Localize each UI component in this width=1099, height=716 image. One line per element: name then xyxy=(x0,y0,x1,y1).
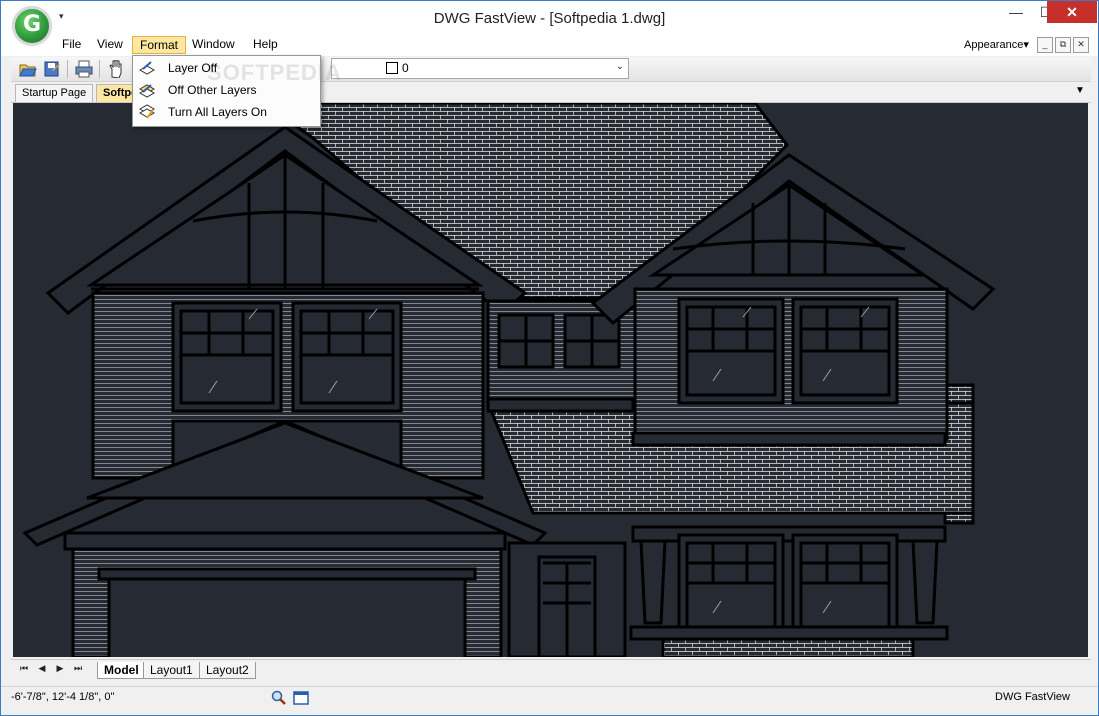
layer-off-icon xyxy=(139,61,155,75)
appearance-menu[interactable]: Appearance▾ xyxy=(964,38,1029,51)
menu-item-label: Off Other Layers xyxy=(168,83,257,97)
toolbar-separator xyxy=(99,60,100,78)
menu-view[interactable]: View xyxy=(90,36,130,54)
off-other-layers-icon xyxy=(139,84,155,98)
close-button[interactable]: ✕ xyxy=(1047,1,1097,23)
pan-icon[interactable] xyxy=(107,60,125,78)
window-view-icon[interactable] xyxy=(293,690,309,706)
menu-item-label: Turn All Layers On xyxy=(168,105,267,119)
mdi-minimize-button[interactable]: _ xyxy=(1037,37,1053,53)
drawing-canvas[interactable] xyxy=(13,103,1088,657)
menu-bar: File View Format Window Help Appearance▾… xyxy=(1,36,1098,56)
mdi-restore-button[interactable]: ⧉ xyxy=(1055,37,1071,53)
app-logo-icon[interactable]: G xyxy=(13,7,51,45)
title-bar: ▾ DWG FastView - [Softpedia 1.dwg] — ☐ ✕ xyxy=(1,1,1098,36)
menu-file[interactable]: File xyxy=(55,36,88,54)
tab-layout2[interactable]: Layout2 xyxy=(199,662,256,679)
menu-help[interactable]: Help xyxy=(246,36,285,54)
toolbar-separator xyxy=(67,60,68,78)
layer-dropdown[interactable]: 0 ⌄ xyxy=(331,58,629,79)
mdi-close-button[interactable]: ✕ xyxy=(1073,37,1089,53)
layer-dropdown-value: 0 xyxy=(402,61,409,75)
chevron-down-icon[interactable]: ⌄ xyxy=(616,61,624,72)
minimize-button[interactable]: — xyxy=(1001,1,1031,23)
app-window: ▾ DWG FastView - [Softpedia 1.dwg] — ☐ ✕… xyxy=(0,0,1099,716)
first-layout-icon[interactable]: ⏮ xyxy=(17,663,31,674)
window-title: DWG FastView - [Softpedia 1.dwg] xyxy=(433,10,666,27)
tab-model[interactable]: Model xyxy=(97,662,146,679)
house-elevation-drawing xyxy=(22,103,996,657)
last-layout-icon[interactable]: ⏭ xyxy=(71,663,85,674)
cursor-coordinates: -6'-7/8", 12'-4 1/8", 0" xyxy=(11,691,115,703)
menu-format[interactable]: Format xyxy=(132,36,187,54)
tab-layout1[interactable]: Layout1 xyxy=(143,662,200,679)
menu-item-label: Layer Off xyxy=(168,61,218,75)
menu-item-off-other-layers[interactable]: Off Other Layers xyxy=(134,79,319,101)
status-app-name: DWG FastView xyxy=(995,691,1070,703)
format-dropdown-menu: SOFTPEDIA Layer Off Off Other Layers Tur… xyxy=(132,55,341,127)
turn-all-layers-on-icon xyxy=(139,104,155,119)
print-icon[interactable] xyxy=(75,60,93,78)
next-layout-icon[interactable]: ▶ xyxy=(53,663,67,674)
menu-window[interactable]: Window xyxy=(185,36,242,54)
menu-item-layer-off[interactable]: Layer Off xyxy=(134,57,319,79)
status-bar: -6'-7/8", 12'-4 1/8", 0" DWG FastView xyxy=(1,686,1098,709)
save-icon[interactable] xyxy=(43,60,61,78)
color-square-icon xyxy=(386,62,398,74)
tab-list-arrow-icon[interactable]: ▼ xyxy=(1075,85,1085,96)
tab-startup-page[interactable]: Startup Page xyxy=(15,84,94,102)
prev-layout-icon[interactable]: ◀ xyxy=(35,663,49,674)
menu-item-turn-all-layers-on[interactable]: Turn All Layers On xyxy=(134,101,319,123)
layout-tab-bar: ⏮ ◀ ▶ ⏭ Model Layout1 Layout2 xyxy=(11,659,1091,682)
open-icon[interactable] xyxy=(19,60,37,78)
zoom-find-icon[interactable] xyxy=(271,690,287,706)
